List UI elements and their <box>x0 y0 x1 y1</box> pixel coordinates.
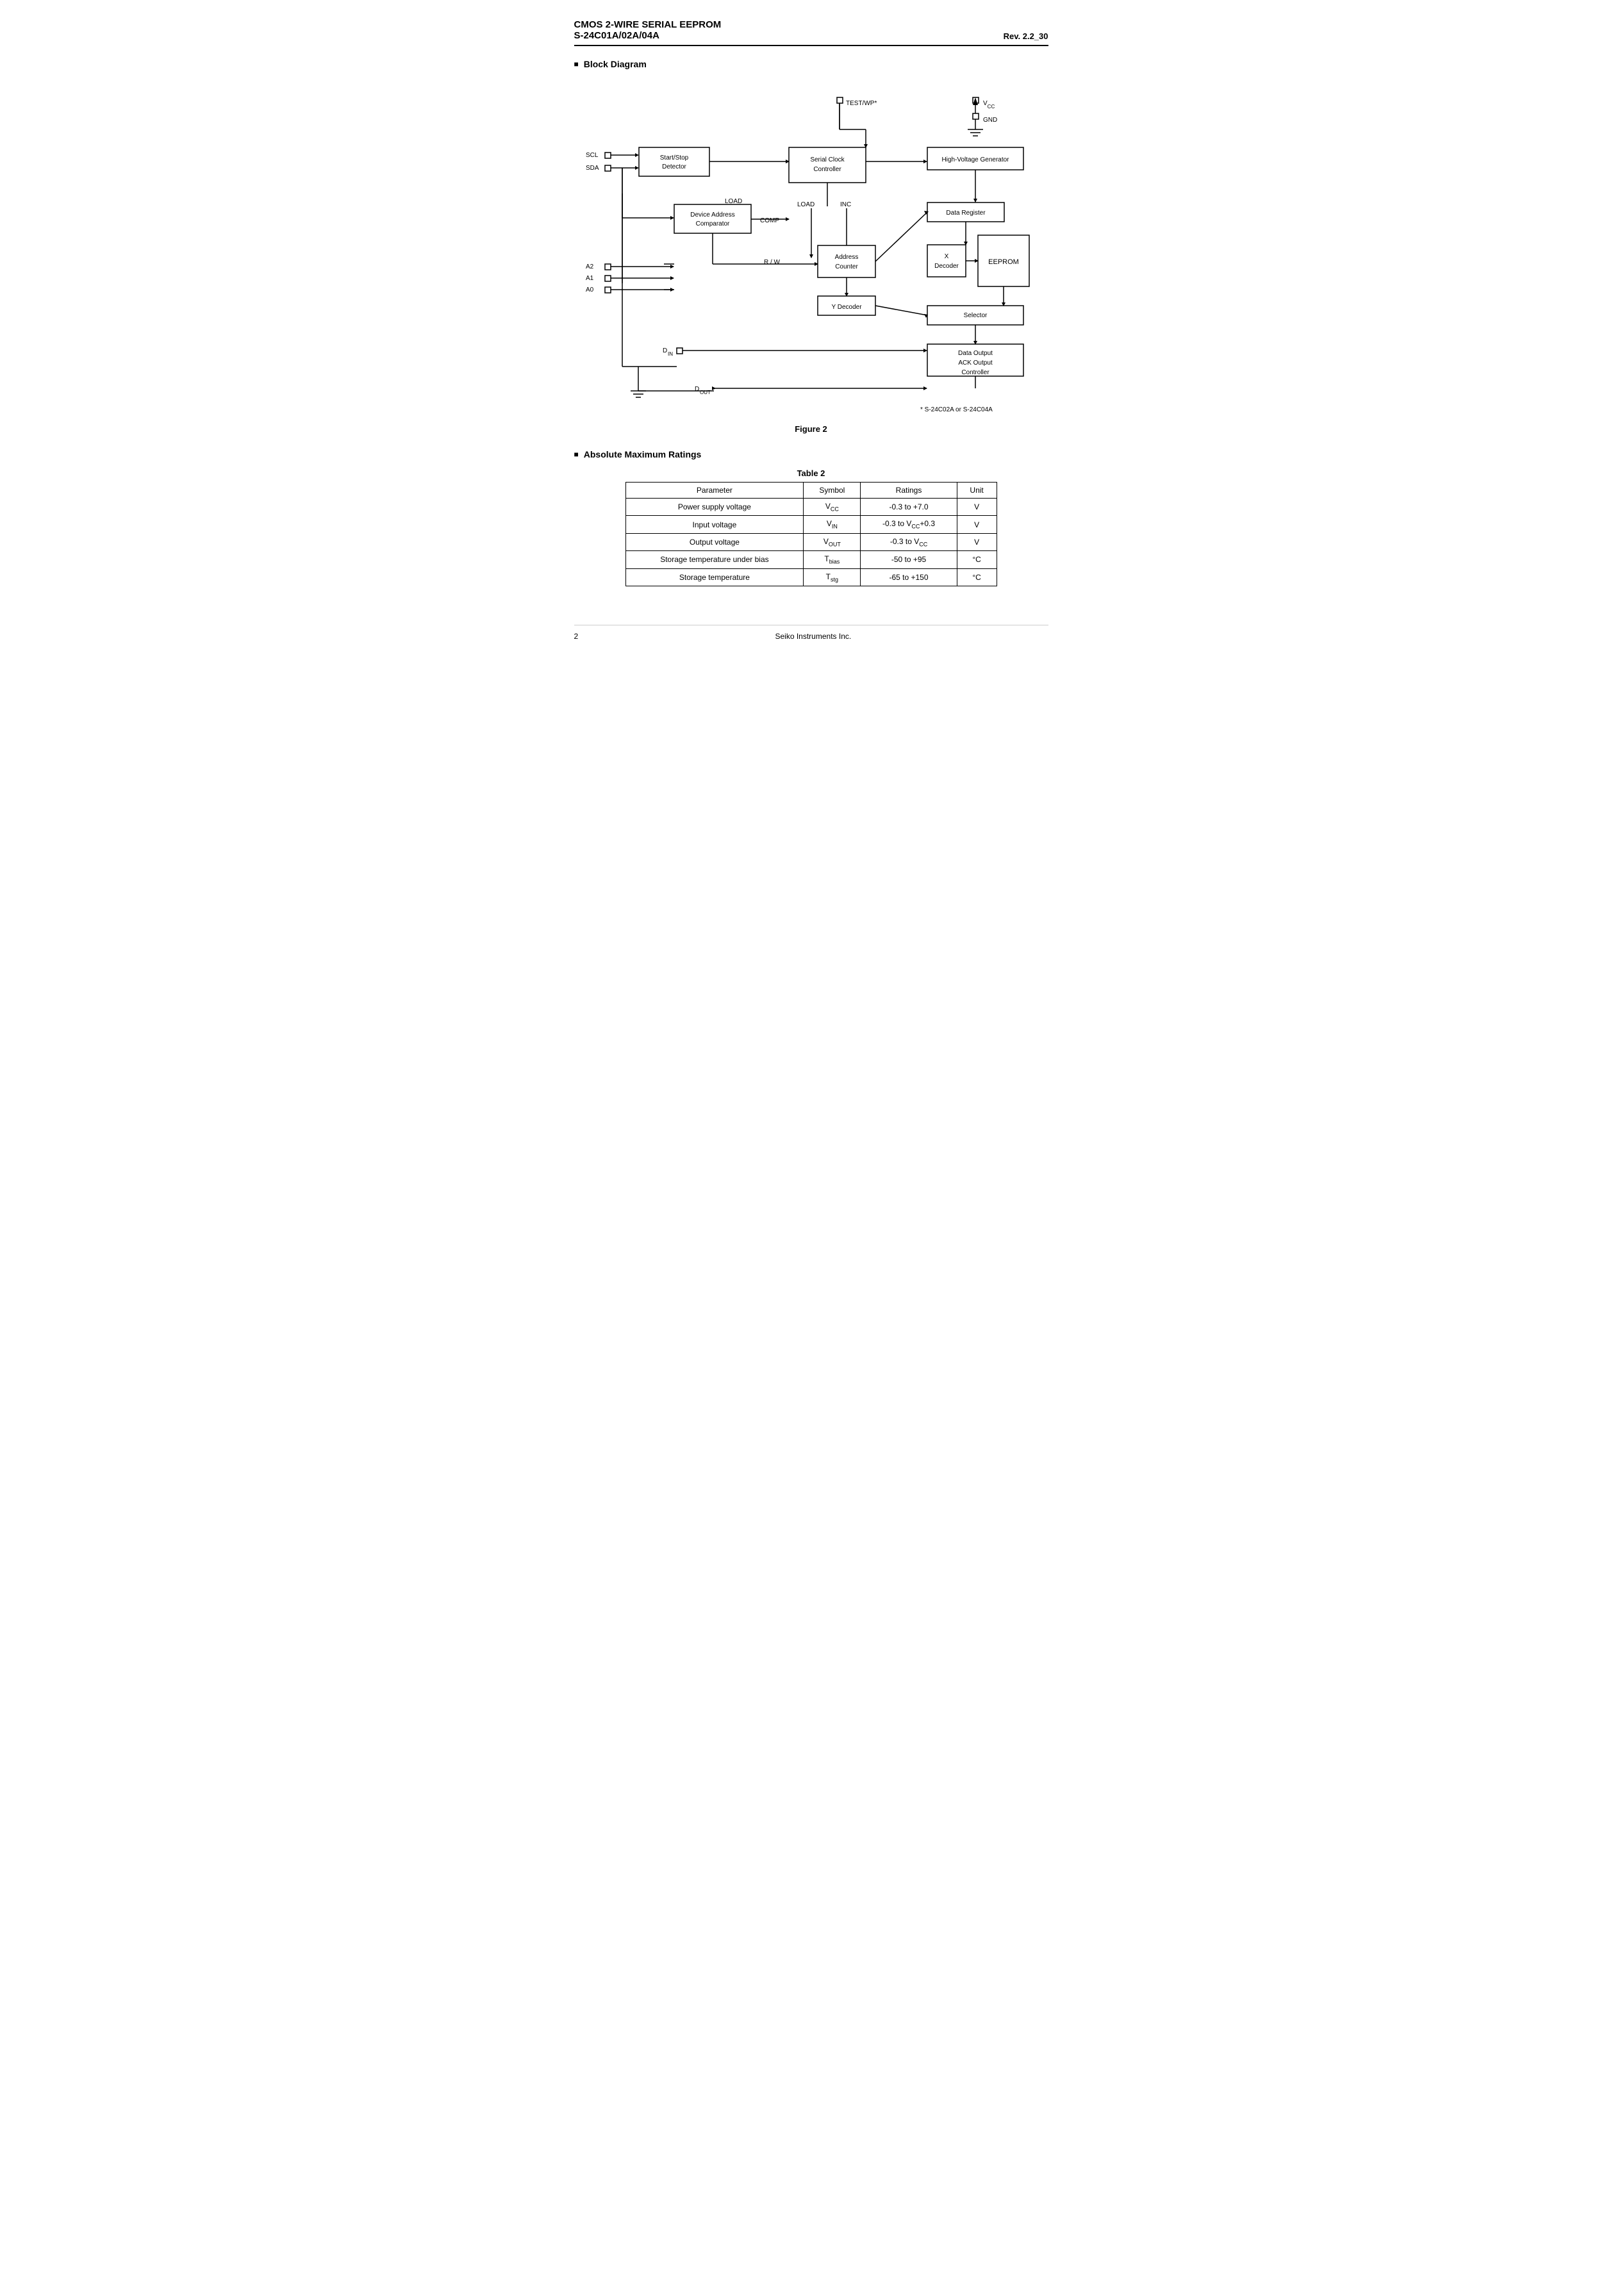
param-storage-bias: Storage temperature under bias <box>625 551 804 568</box>
svg-text:Address: Address <box>834 254 858 261</box>
svg-text:Data Register: Data Register <box>946 210 986 217</box>
param-input: Input voltage <box>625 516 804 533</box>
table-row: Storage temperature Tstg -65 to +150 °C <box>625 568 997 586</box>
svg-text:COMP: COMP <box>760 217 779 224</box>
svg-text:TEST/WP*: TEST/WP* <box>846 100 877 107</box>
svg-text:* S-24C02A or S-24C04A: * S-24C02A or S-24C04A <box>920 406 993 413</box>
svg-text:Serial Clock: Serial Clock <box>810 156 845 163</box>
col-header-parameter: Parameter <box>625 483 804 499</box>
col-header-symbol: Symbol <box>804 483 861 499</box>
svg-text:Comparator: Comparator <box>695 220 729 227</box>
table-title: Table 2 <box>574 468 1048 478</box>
header-title-line2: S-24C01A/02A/04A <box>574 30 659 41</box>
col-header-unit: Unit <box>957 483 997 499</box>
svg-text:Controller: Controller <box>813 166 841 173</box>
unit-input: V <box>957 516 997 533</box>
unit-power: V <box>957 499 997 516</box>
sym-output: VOUT <box>804 533 861 550</box>
ratings-title: Absolute Maximum Ratings <box>574 449 1048 459</box>
svg-text:EEPROM: EEPROM <box>988 258 1019 266</box>
param-power: Power supply voltage <box>625 499 804 516</box>
svg-text:Y Decoder: Y Decoder <box>831 304 862 311</box>
svg-text:R / W: R / W <box>764 259 781 266</box>
header-revision: Rev. 2.2_30 <box>1004 31 1048 41</box>
svg-text:D: D <box>695 386 699 393</box>
svg-text:X: X <box>944 253 948 260</box>
svg-text:D: D <box>663 347 667 354</box>
table-row: Input voltage VIN -0.3 to VCC+0.3 V <box>625 516 997 533</box>
col-header-ratings: Ratings <box>861 483 957 499</box>
svg-text:Detector: Detector <box>662 163 686 170</box>
svg-text:VCC: VCC <box>983 100 995 110</box>
unit-storage: °C <box>957 568 997 586</box>
unit-output: V <box>957 533 997 550</box>
svg-text:High-Voltage Generator: High-Voltage Generator <box>941 156 1009 163</box>
rating-power: -0.3 to +7.0 <box>861 499 957 516</box>
rating-storage-bias: -50 to +95 <box>861 551 957 568</box>
svg-text:Start/Stop: Start/Stop <box>659 154 688 161</box>
sym-input: VIN <box>804 516 861 533</box>
svg-text:IN: IN <box>668 351 673 357</box>
param-storage: Storage temperature <box>625 568 804 586</box>
svg-text:A1: A1 <box>586 275 594 282</box>
svg-text:ACK Output: ACK Output <box>958 359 993 367</box>
sym-storage-bias: Tbias <box>804 551 861 568</box>
sym-power: VCC <box>804 499 861 516</box>
figure-caption: Figure 2 <box>574 424 1048 434</box>
table-row: Storage temperature under bias Tbias -50… <box>625 551 997 568</box>
param-output: Output voltage <box>625 533 804 550</box>
svg-text:SCL: SCL <box>586 152 599 159</box>
ratings-section: Absolute Maximum Ratings Table 2 Paramet… <box>574 449 1048 586</box>
svg-text:Controller: Controller <box>961 369 989 376</box>
svg-text:SDA: SDA <box>586 165 599 172</box>
block-diagram-section: Block Diagram TEST/WP* VCC GND SCL SDA <box>574 59 1048 434</box>
svg-text:GND: GND <box>983 117 997 124</box>
svg-text:Data Output: Data Output <box>958 350 993 357</box>
svg-text:Counter: Counter <box>835 263 858 270</box>
rating-storage: -65 to +150 <box>861 568 957 586</box>
page-number: 2 <box>574 632 579 641</box>
svg-text:Selector: Selector <box>963 312 987 319</box>
page-footer: 2 Seiko Instruments Inc. <box>574 625 1048 641</box>
table-row: Output voltage VOUT -0.3 to VCC V <box>625 533 997 550</box>
svg-text:A0: A0 <box>586 286 594 293</box>
block-diagram-title: Block Diagram <box>574 59 1048 69</box>
svg-text:A2: A2 <box>586 263 594 270</box>
ratings-table: Parameter Symbol Ratings Unit Power supp… <box>625 482 997 586</box>
svg-text:Decoder: Decoder <box>934 263 959 270</box>
block-diagram-svg: TEST/WP* VCC GND SCL SDA Start/Stop Dete… <box>574 78 1061 418</box>
company-name: Seiko Instruments Inc. <box>775 632 851 641</box>
header-title-line1: CMOS 2-WIRE SERIAL EEPROM <box>574 19 1048 30</box>
unit-storage-bias: °C <box>957 551 997 568</box>
svg-text:INC: INC <box>840 201 851 208</box>
sym-storage: Tstg <box>804 568 861 586</box>
table-row: Power supply voltage VCC -0.3 to +7.0 V <box>625 499 997 516</box>
page-header: CMOS 2-WIRE SERIAL EEPROM S-24C01A/02A/0… <box>574 19 1048 46</box>
rating-input: -0.3 to VCC+0.3 <box>861 516 957 533</box>
rating-output: -0.3 to VCC <box>861 533 957 550</box>
svg-text:Device Address: Device Address <box>690 211 734 219</box>
svg-text:LOAD: LOAD <box>797 201 815 208</box>
